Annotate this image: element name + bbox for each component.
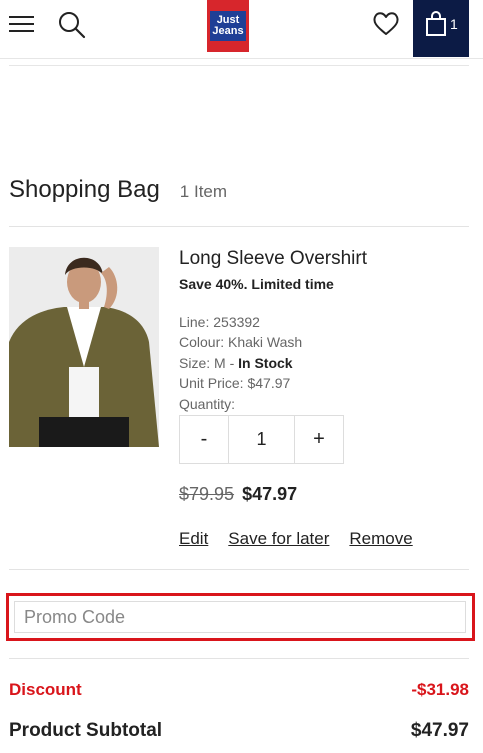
quantity-stepper: - 1 + [179,415,344,464]
item-actions: Edit Save for later Remove [179,529,433,549]
subtotal-label: Product Subtotal [9,720,163,741]
discount-value: -$31.98 [411,680,469,699]
quantity-value[interactable]: 1 [228,416,295,463]
decrement-button[interactable]: - [180,416,228,463]
edit-link[interactable]: Edit [179,529,208,549]
size-label: Size: M - [179,355,239,371]
heart-icon[interactable] [372,10,400,38]
site-header: Just Jeans 1 [0,0,483,59]
subtotal-row: Product Subtotal $47.97 [9,720,469,742]
product-image[interactable] [9,247,159,447]
original-price: $79.95 [179,484,235,504]
discount-label: Discount [9,680,82,699]
divider [9,569,469,570]
logo-mark: Just Jeans [210,11,246,41]
item-count: 1 Item [179,182,228,201]
subtotal-value: $47.97 [410,720,469,741]
logo-text-jeans: Jeans [212,25,244,37]
price-row: $79.95 $47.97 [179,484,297,505]
divider [9,658,469,659]
product-line: Line: 253392 [179,314,260,330]
save-for-later-link[interactable]: Save for later [228,529,329,549]
promo-code-input[interactable] [14,601,466,633]
increment-button[interactable]: + [295,416,343,463]
product-colour: Colour: Khaki Wash [179,334,303,350]
unit-price: Unit Price: $47.97 [179,375,291,391]
shopping-bag-button[interactable]: 1 [413,0,469,57]
just-jeans-logo[interactable]: Just Jeans [207,0,249,52]
product-size: Size: M - In Stock [179,355,293,371]
shopping-bag-icon [426,11,446,36]
product-name[interactable]: Long Sleeve Overshirt [179,248,367,270]
stock-status: In Stock [238,355,293,371]
bag-count-badge: 1 [450,16,458,32]
bag-heading: Shopping Bag 1 Item [9,176,227,204]
search-icon[interactable] [58,11,86,39]
promo-code-highlight [6,593,475,641]
page-title: Shopping Bag [9,176,160,203]
discount-row: Discount -$31.98 [9,680,469,700]
remove-link[interactable]: Remove [349,529,412,549]
divider [9,226,469,227]
promo-message: Save 40%. Limited time [179,276,334,292]
product-photo-illustration [9,247,159,447]
sale-price: $47.97 [242,484,298,504]
quantity-label: Quantity: [179,396,236,412]
header-divider [9,65,469,66]
hamburger-menu-icon[interactable] [9,16,35,34]
